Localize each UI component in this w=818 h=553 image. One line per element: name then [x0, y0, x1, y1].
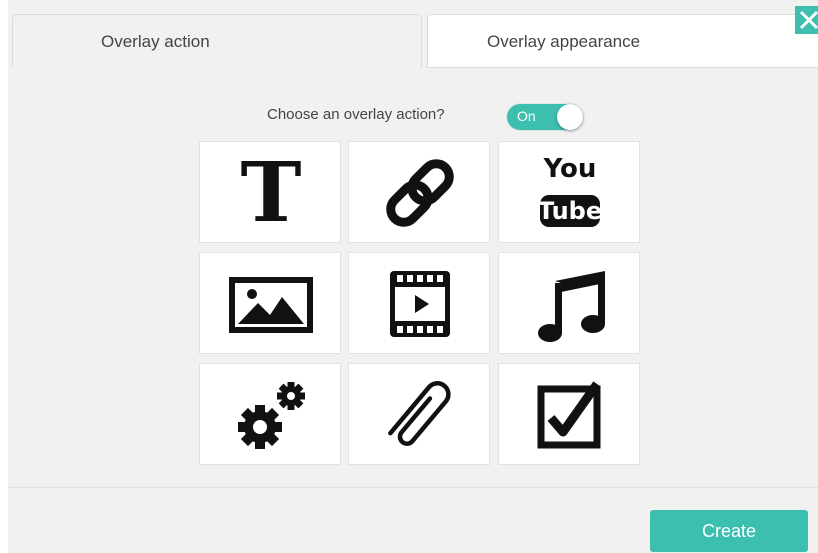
tile-checkbox[interactable] [498, 363, 640, 465]
overlay-dialog: Overlay action Overlay appearance Choose… [8, 0, 818, 553]
tile-image[interactable] [199, 252, 341, 354]
link-icon [386, 159, 454, 227]
text-icon: T [240, 145, 302, 241]
film-icon [390, 271, 450, 337]
tab-overlay-action[interactable]: Overlay action [12, 14, 422, 68]
tile-settings[interactable] [199, 363, 341, 465]
tab-overlay-action-label: Overlay action [101, 32, 210, 51]
tab-overlay-appearance-label: Overlay appearance [487, 32, 641, 51]
paperclip-icon [388, 381, 451, 446]
toggle-knob [557, 104, 583, 130]
checkbox-icon [537, 381, 601, 449]
tile-text[interactable]: T [199, 141, 341, 243]
overlay-action-toggle[interactable]: On [507, 104, 583, 130]
gears-icon [238, 382, 305, 449]
youtube-you-text: You [543, 154, 597, 184]
toggle-question-label: Choose an overlay action? [267, 106, 445, 123]
tab-overlay-appearance[interactable]: Overlay appearance [427, 14, 818, 68]
toggle-state-label: On [517, 108, 536, 124]
create-button[interactable]: Create [650, 510, 808, 552]
tile-audio[interactable] [498, 252, 640, 354]
close-button[interactable] [795, 6, 818, 34]
tile-youtube[interactable]: You Tube [498, 141, 640, 243]
footer-divider [8, 487, 818, 488]
music-note-icon [538, 271, 605, 342]
tile-link[interactable] [348, 141, 490, 243]
youtube-tube-text: Tube [537, 197, 603, 225]
tile-attachment[interactable] [348, 363, 490, 465]
image-icon [229, 277, 313, 333]
tile-video[interactable] [348, 252, 490, 354]
close-icon [799, 10, 818, 30]
tab-bar: Overlay action Overlay appearance [8, 0, 818, 68]
